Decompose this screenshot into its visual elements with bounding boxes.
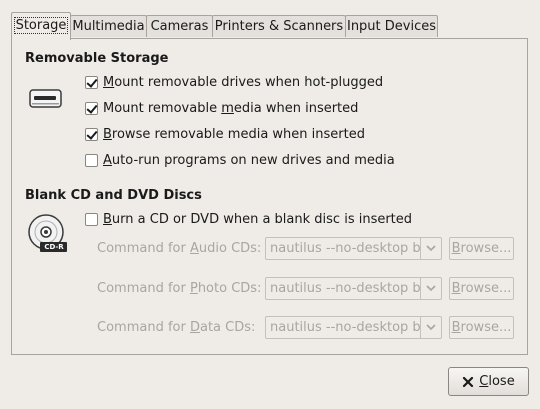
autorun-checkbox[interactable]: Auto-run programs on new drives and medi… [85, 151, 395, 169]
checkbox-label: Mount removable drives when hot-plugged [103, 74, 384, 90]
burn-disc-checkbox[interactable]: Burn a CD or DVD when a blank disc is in… [85, 210, 412, 228]
close-label: Close [479, 374, 515, 389]
chevron-down-icon[interactable] [420, 278, 441, 299]
checkbox-indicator[interactable] [85, 127, 98, 141]
tab-printers-scanners[interactable]: Printers & Scanners [212, 15, 346, 37]
data-cd-browse-button[interactable]: Browse... [449, 316, 514, 339]
mount-drives-checkbox[interactable]: Mount removable drives when hot-plugged [85, 73, 383, 91]
photo-cd-command-input[interactable]: nautilus --no-desktop bu [266, 278, 420, 299]
data-cd-command-input[interactable]: nautilus --no-desktop bu [266, 317, 420, 338]
data-cd-command-combo[interactable]: nautilus --no-desktop bu [265, 316, 442, 339]
checkbox-indicator[interactable] [85, 153, 98, 167]
chevron-down-icon[interactable] [420, 317, 441, 338]
audio-cd-command-label: Command for Audio CDs: [97, 241, 262, 256]
checkbox-indicator[interactable] [85, 101, 98, 115]
tab-input-devices[interactable]: Input Devices [345, 15, 438, 37]
mount-media-checkbox[interactable]: Mount removable media when inserted [85, 99, 358, 117]
drive-icon [27, 87, 65, 111]
photo-cd-browse-button[interactable]: Browse... [449, 277, 514, 300]
photo-cd-command-combo[interactable]: nautilus --no-desktop bu [265, 277, 442, 300]
close-icon [462, 376, 474, 388]
tab-storage[interactable]: Storage [11, 12, 71, 40]
audio-cd-command-combo[interactable]: nautilus --no-desktop bu [265, 237, 442, 260]
tab-cameras[interactable]: Cameras [146, 15, 213, 37]
checkbox-label: Burn a CD or DVD when a blank disc is in… [103, 211, 413, 227]
data-cd-command-label: Command for Data CDs: [97, 320, 256, 335]
checkbox-indicator[interactable] [85, 75, 98, 89]
close-button[interactable]: Close [448, 367, 529, 396]
browse-media-checkbox[interactable]: Browse removable media when inserted [85, 125, 365, 143]
removable-storage-heading: Removable Storage [25, 51, 169, 66]
cdr-badge-label: CD-R [44, 243, 64, 251]
blank-discs-heading: Blank CD and DVD Discs [25, 188, 202, 203]
audio-cd-command-input[interactable]: nautilus --no-desktop bu [266, 238, 420, 259]
cdr-icon: CD-R [26, 212, 70, 254]
checkbox-label: Browse removable media when inserted [103, 126, 365, 142]
tab-multimedia[interactable]: Multimedia [70, 15, 147, 37]
audio-cd-browse-button[interactable]: Browse... [449, 237, 514, 260]
checkbox-label: Mount removable media when inserted [103, 100, 359, 116]
chevron-down-icon[interactable] [420, 238, 441, 259]
checkbox-label: Auto-run programs on new drives and medi… [103, 152, 395, 168]
photo-cd-command-label: Command for Photo CDs: [97, 281, 262, 296]
checkbox-indicator[interactable] [85, 212, 98, 226]
